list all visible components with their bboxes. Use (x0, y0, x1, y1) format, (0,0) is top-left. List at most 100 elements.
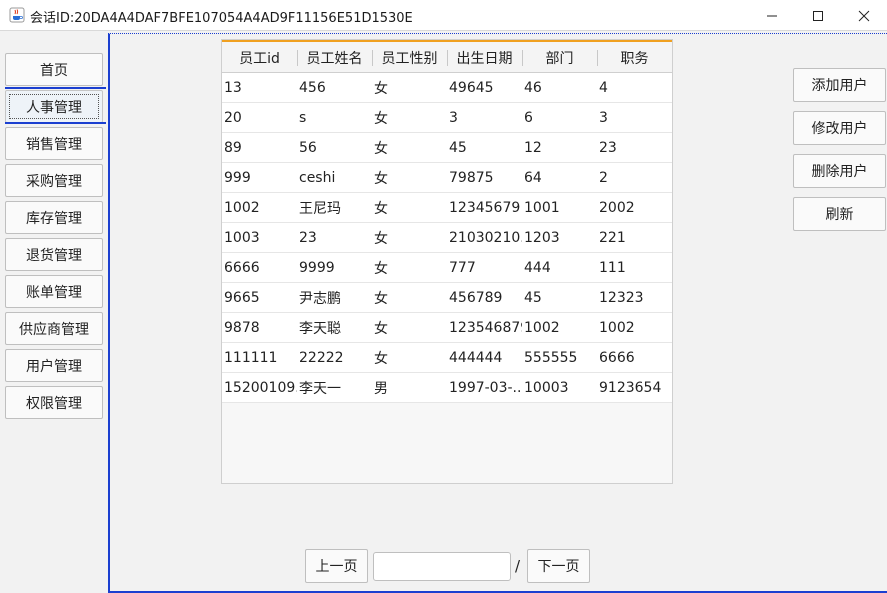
column-header[interactable]: 员工id (222, 42, 297, 73)
table-cell: 79875 (449, 169, 494, 186)
table-cell: 3 (599, 109, 608, 126)
table-row[interactable]: 20 s 女 3 6 3 (222, 103, 672, 133)
edit-user-button[interactable]: 修改用户 (793, 111, 886, 145)
table-cell: 9878 (224, 319, 260, 336)
table-cell: 15200109... (224, 379, 297, 396)
table-row[interactable]: 89 56 女 45 12 23 (222, 133, 672, 163)
column-label: 员工姓名 (306, 50, 363, 67)
column-header[interactable]: 员工性别 (372, 42, 447, 73)
table-cell: ceshi (299, 169, 336, 186)
table-cell: 999 (224, 169, 251, 186)
refresh-button[interactable]: 刷新 (793, 197, 886, 231)
nav-hr-button[interactable]: 人事管理 (5, 90, 103, 123)
column-header[interactable]: 出生日期 (447, 42, 522, 73)
table-cell: 1002 (224, 199, 260, 216)
nav-inventory-button[interactable]: 库存管理 (5, 201, 103, 234)
add-user-button[interactable]: 添加用户 (793, 68, 886, 102)
table-cell: 王尼玛 (299, 200, 341, 217)
table-cell: 9123654 (599, 379, 662, 396)
table-cell: 6666 (224, 259, 260, 276)
table-cell: 1001 (524, 199, 560, 216)
table-cell: 56 (299, 139, 317, 156)
nav-label: 首页 (40, 62, 68, 79)
maximize-button[interactable] (795, 0, 841, 31)
table-cell: 12345679 (449, 199, 521, 216)
table-row[interactable]: 9878 李天聪女 123546879 1002 1002 (222, 313, 672, 343)
column-header[interactable]: 职务 (597, 42, 672, 73)
table-cell: 2002 (599, 199, 635, 216)
table-cell: 女 (374, 350, 388, 367)
table-cell: 111 (599, 259, 626, 276)
nav-returns-button[interactable]: 退货管理 (5, 238, 103, 271)
column-label: 职务 (620, 50, 649, 67)
table-cell: 女 (374, 260, 388, 277)
table-cell: 女 (374, 200, 388, 217)
nav-permissions-button[interactable]: 权限管理 (5, 386, 103, 419)
title-bar: 会话ID:20DA4A4DAF7BFE107054A4AD9F11156E51D… (0, 0, 887, 31)
nav-divider (5, 122, 106, 124)
table-cell: 女 (374, 80, 388, 97)
table-cell: 女 (374, 320, 388, 337)
employee-table[interactable]: 员工id 员工姓名 员工性别 出生日期 部门 职务 13 456 女 49645 46 4… (221, 39, 673, 484)
nav-users-button[interactable]: 用户管理 (5, 349, 103, 382)
table-row[interactable]: 13 456 女 49645 46 4 (222, 73, 672, 103)
window-title: 会话ID:20DA4A4DAF7BFE107054A4AD9F11156E51D… (30, 11, 413, 26)
nav-supplier-button[interactable]: 供应商管理 (5, 312, 103, 345)
page-number-input[interactable] (373, 552, 511, 581)
sidebar: 首页 人事管理 销售管理 采购管理 库存管理 退货管理 账单管理 供应商管理 用… (0, 31, 108, 593)
table-cell: 20 (224, 109, 242, 126)
nav-label: 销售管理 (26, 136, 82, 153)
nav-label: 供应商管理 (19, 321, 89, 338)
table-row[interactable]: 1003 23 女 21030210...1203 221 (222, 223, 672, 253)
table-cell: 456 (299, 79, 326, 96)
prev-page-button[interactable]: 上一页 (305, 549, 368, 583)
minimize-button[interactable] (749, 0, 795, 31)
table-cell: 1002 (524, 319, 560, 336)
java-cup-icon (9, 7, 25, 23)
close-button[interactable] (841, 0, 887, 31)
table-cell: 123546879 (449, 319, 522, 336)
table-row[interactable]: 1002 王尼玛 女 12345679 1001 2002 (222, 193, 672, 223)
table-cell: 49645 (449, 79, 494, 96)
table-row[interactable]: 9665 尹志鹏 女 456789 45 12323 (222, 283, 672, 313)
table-row[interactable]: 111111 22222 女 444444 555555 6666 (222, 343, 672, 373)
delete-user-button[interactable]: 删除用户 (793, 154, 886, 188)
nav-label: 库存管理 (26, 210, 82, 227)
table-cell: 12323 (599, 289, 644, 306)
table-cell: 444 (524, 259, 551, 276)
next-page-button[interactable]: 下一页 (527, 549, 590, 583)
nav-home-button[interactable]: 首页 (5, 53, 103, 86)
column-label: 员工性别 (381, 50, 438, 67)
table-cell: 2 (599, 169, 608, 186)
column-label: 部门 (545, 50, 574, 67)
table-cell: 23 (599, 139, 617, 156)
table-cell: 1997-03-... (449, 379, 522, 396)
column-header[interactable]: 部门 (522, 42, 597, 73)
nav-purchase-button[interactable]: 采购管理 (5, 164, 103, 197)
table-cell: 1002 (599, 319, 635, 336)
table-cell: s (299, 109, 307, 126)
table-cell: 777 (449, 259, 476, 276)
table-row[interactable]: 15200109...李天一 男 1997-03-...10003 9123654 (222, 373, 672, 403)
table-cell: 444444 (449, 349, 503, 366)
column-label: 出生日期 (456, 50, 513, 67)
nav-label: 账单管理 (26, 284, 82, 301)
table-cell: 李天一 (299, 380, 341, 397)
table-cell: 12 (524, 139, 542, 156)
close-icon (858, 10, 870, 21)
maximize-icon (813, 10, 823, 21)
nav-billing-button[interactable]: 账单管理 (5, 275, 103, 308)
table-cell: 111111 (224, 349, 278, 366)
table-cell: 1203 (524, 229, 560, 246)
table-cell: 女 (374, 170, 388, 187)
nav-divider (5, 87, 106, 89)
table-cell: 6666 (599, 349, 635, 366)
nav-sales-button[interactable]: 销售管理 (5, 127, 103, 160)
table-cell: 456789 (449, 289, 503, 306)
column-header[interactable]: 员工姓名 (297, 42, 372, 73)
table-row[interactable]: 999 ceshi 女 79875 64 2 (222, 163, 672, 193)
column-label: 员工id (239, 50, 280, 67)
table-row[interactable]: 6666 9999 女 777 444 111 (222, 253, 672, 283)
page-separator: / (515, 557, 521, 575)
table-cell: 46 (524, 79, 542, 96)
